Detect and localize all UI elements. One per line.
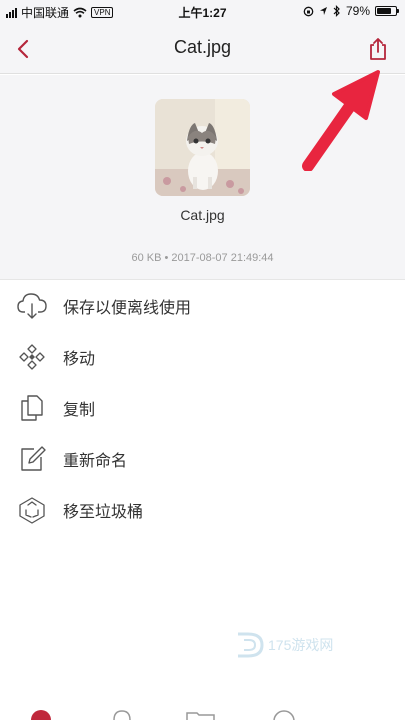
battery-icon <box>375 6 399 16</box>
menu-label-offline: 保存以便离线使用 <box>63 299 192 317</box>
menu-item-copy[interactable]: 复制 <box>0 382 405 433</box>
menu-item-trash[interactable]: 移至垃圾桶 <box>0 484 405 535</box>
battery-percent: 79% <box>345 4 370 18</box>
menu-item-offline[interactable]: 保存以便离线使用 <box>0 280 405 331</box>
annotation-arrow <box>302 70 380 171</box>
action-menu: 保存以便离线使用 移动 复制 重新命名 移至垃圾桶 <box>0 280 405 535</box>
menu-item-move[interactable]: 移动 <box>0 331 405 382</box>
battery-fill <box>377 8 392 14</box>
menu-item-rename[interactable]: 重新命名 <box>0 433 405 484</box>
rename-icon <box>16 443 48 475</box>
share-button[interactable] <box>363 34 393 64</box>
status-bar: 中国联通 VPN 上午1:27 79% <box>0 0 405 24</box>
move-icon <box>16 341 48 373</box>
watermark-logo-icon <box>238 632 264 658</box>
file-thumbnail[interactable] <box>155 99 250 196</box>
bluetooth-icon <box>333 5 340 17</box>
watermark: 175游戏网 <box>232 628 333 662</box>
menu-label-move: 移动 <box>63 350 96 368</box>
status-right: 79% <box>303 4 399 18</box>
menu-label-rename: 重新命名 <box>63 452 128 470</box>
trash-icon <box>16 494 48 526</box>
cat-photo <box>155 99 250 196</box>
share-icon <box>370 38 386 60</box>
menu-label-trash: 移至垃圾桶 <box>63 503 144 521</box>
menu-label-copy: 复制 <box>63 401 96 419</box>
location-icon <box>319 7 327 15</box>
bottom-tab-bar <box>31 710 295 720</box>
cloud-download-icon <box>16 290 48 322</box>
file-name: Cat.jpg <box>180 207 225 223</box>
page-title: Cat.jpg <box>173 37 232 57</box>
orientation-lock-icon <box>303 6 314 16</box>
watermark-text: 175游戏网 <box>268 637 334 653</box>
copy-icon <box>16 392 48 424</box>
file-meta: 60 KB • 2017-08-07 21:49:44 <box>131 252 274 264</box>
